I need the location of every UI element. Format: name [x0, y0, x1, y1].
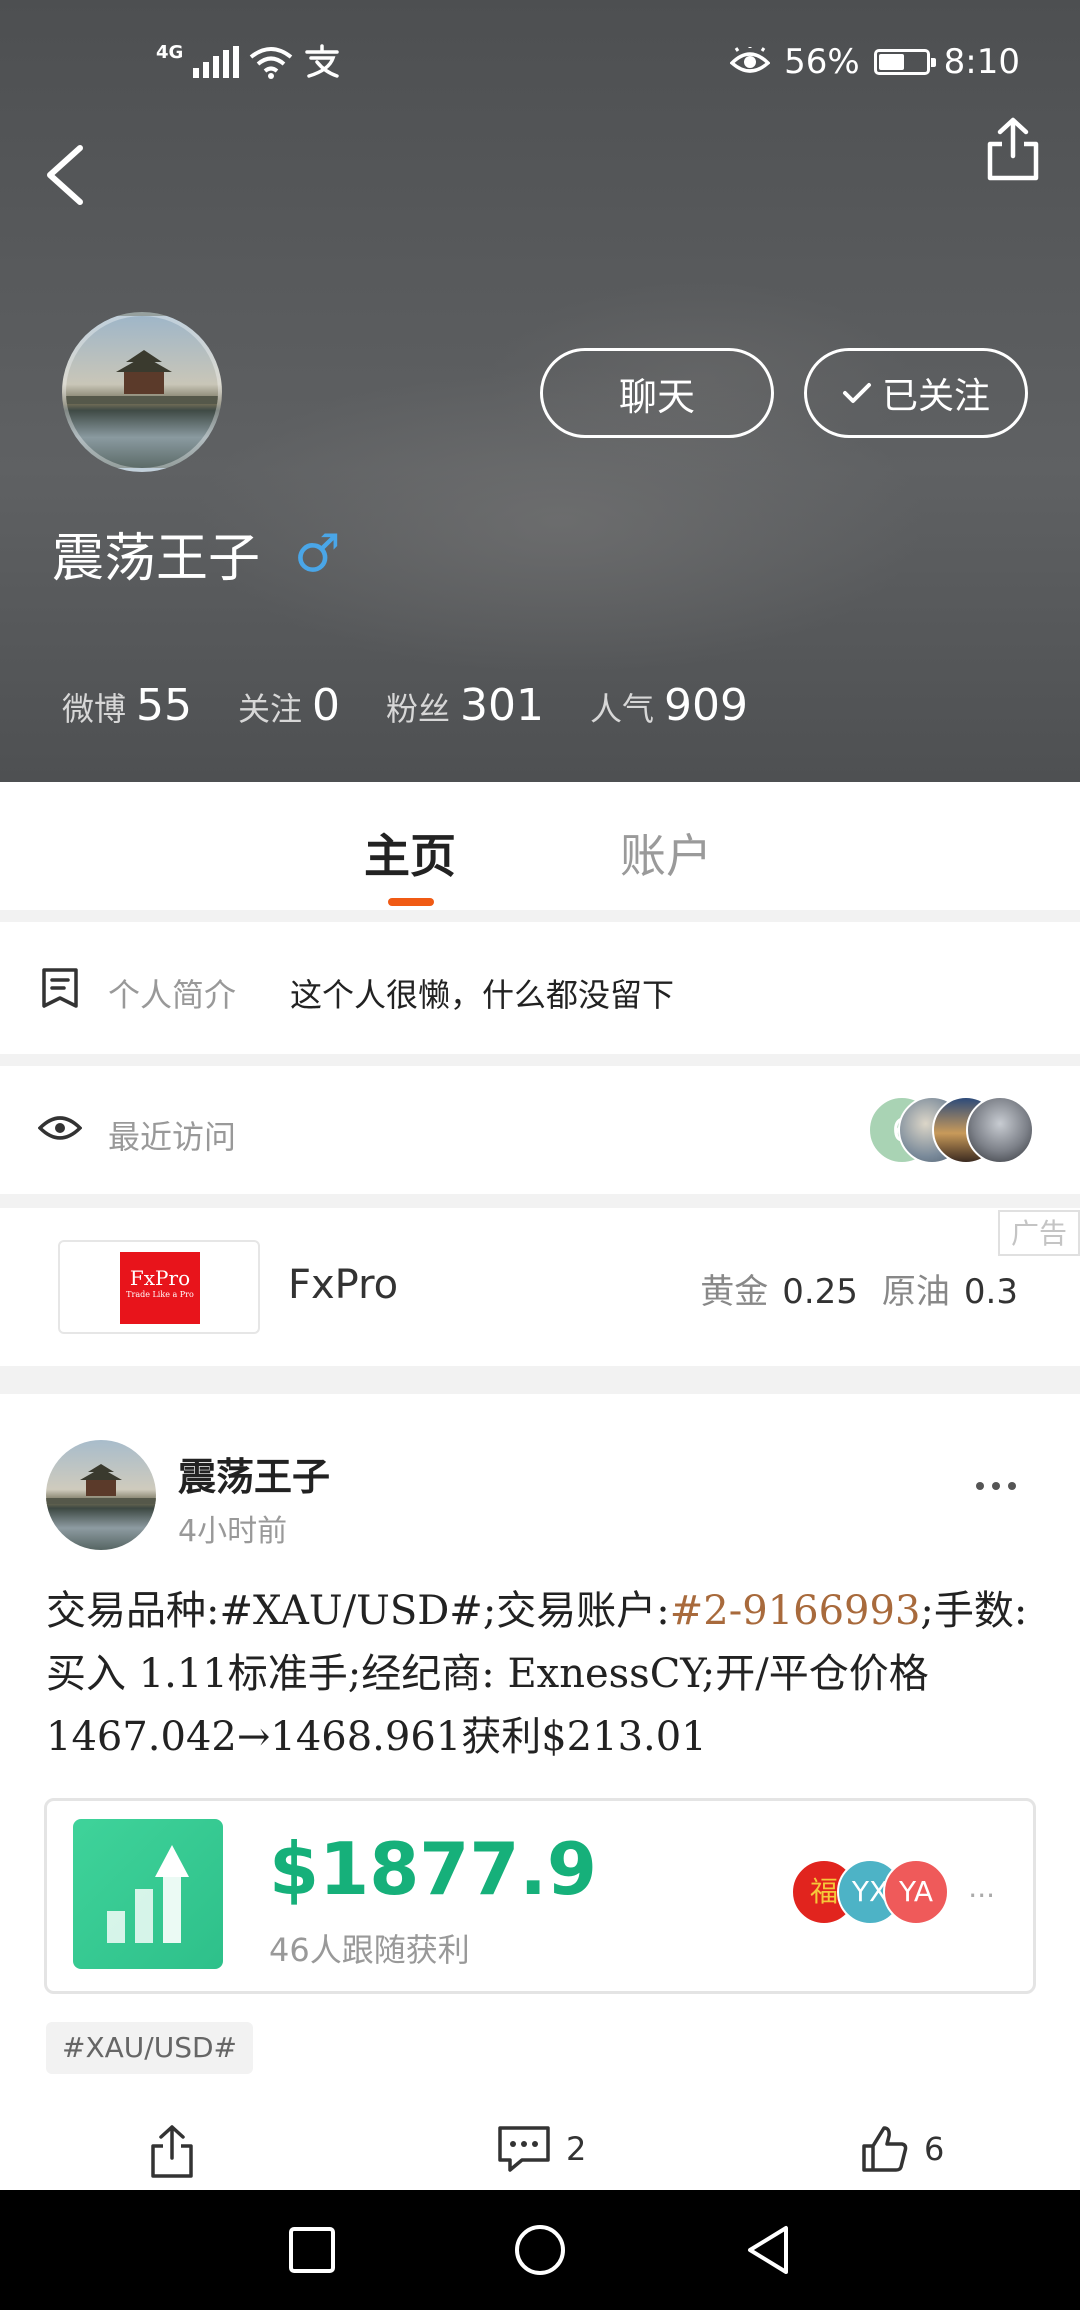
ad-badge: 广告	[998, 1210, 1080, 1256]
followed-button-label: 已关注	[881, 376, 990, 417]
wifi-icon	[250, 47, 293, 79]
ad-name: FxPro	[288, 1262, 399, 1308]
follow-profit-caption: 46人跟随获利	[269, 1931, 470, 1969]
fxpro-logo-mark: FxPro Trade Like a Pro	[120, 1252, 200, 1324]
follower-initial: YA	[898, 1875, 934, 1908]
status-left: 4G	[156, 38, 341, 86]
comment-icon	[498, 2126, 550, 2172]
chat-button[interactable]: 聊天	[540, 348, 774, 438]
eye-icon	[38, 1116, 82, 1140]
share-icon	[151, 2125, 193, 2178]
stat-posts[interactable]: 微博 55	[62, 680, 192, 731]
post-avatar-image	[46, 1464, 156, 1504]
quote-value: 0.3	[963, 1272, 1018, 1312]
quote-gold: 黄金 0.25	[700, 1264, 858, 1313]
quote-value: 0.25	[782, 1272, 858, 1312]
post-author-avatar[interactable]	[46, 1440, 156, 1550]
share-icon[interactable]	[984, 116, 1042, 184]
stat-value: 909	[664, 680, 749, 731]
recent-visits-row[interactable]: 最近访问 6	[0, 1066, 1080, 1194]
recents-button[interactable]	[282, 2220, 342, 2280]
share-button[interactable]	[148, 2124, 196, 2180]
home-button[interactable]	[510, 2220, 570, 2280]
broker-ad[interactable]: FxPro Trade Like a Pro FxPro 黄金 0.25 原油 0.…	[0, 1208, 1080, 1366]
stat-popularity: 人气 909	[590, 680, 748, 731]
status-right: 56% 8:10	[730, 38, 1020, 86]
intro-text: 这个人很懒，什么都没留下	[290, 976, 675, 1014]
quote-label: 黄金	[700, 1272, 769, 1312]
account-link[interactable]: #2-9166993	[670, 1588, 921, 1634]
battery-fill	[878, 54, 905, 70]
tab-home[interactable]: 主页	[364, 820, 456, 886]
fxpro-logo-text: FxPro	[129, 1266, 191, 1290]
recent-visits-label: 最近访问	[108, 1118, 237, 1156]
comment-button[interactable]: 2	[496, 2124, 586, 2174]
followed-button[interactable]: 已关注	[804, 348, 1028, 438]
like-button[interactable]: 6	[860, 2124, 944, 2174]
intro-row: 个人简介 这个人很懒，什么都没留下	[0, 922, 1080, 1054]
quote-label: 原油	[881, 1272, 950, 1312]
profile-header: 4G 56% 8:10 聊天 已关注 震荡王子 ♂ 微博 55 关注 0 粉丝 …	[0, 0, 1080, 782]
stat-value: 55	[136, 680, 193, 731]
fxpro-logo: FxPro Trade Like a Pro	[58, 1240, 260, 1334]
avatar-image	[66, 350, 218, 404]
eye-comfort-icon	[730, 47, 771, 73]
stat-label: 微博	[62, 690, 127, 728]
follower-avatar: YA	[883, 1859, 949, 1925]
bar-chart-icon	[73, 1819, 223, 1969]
visitor-avatar[interactable]	[966, 1096, 1034, 1164]
back-button[interactable]	[36, 140, 96, 210]
intro-label: 个人简介	[108, 976, 237, 1014]
alipay-icon	[305, 44, 340, 78]
post-text: 交易品种:#XAU/USD#;交易账户:#2-9166993;手数:买入 1.1…	[46, 1580, 1036, 1769]
more-options-icon[interactable]	[976, 1482, 1016, 1490]
followers-more: ...	[968, 1871, 995, 1904]
signal-icon	[193, 46, 240, 78]
battery-icon	[873, 49, 936, 75]
chat-button-label: 聊天	[618, 374, 695, 419]
follow-profit: $1877.9	[269, 1827, 597, 1911]
avatar[interactable]	[62, 312, 222, 472]
follower-initial: 福	[809, 1875, 838, 1908]
profile-tabs: 主页 账户	[0, 782, 1080, 910]
copy-trade-card[interactable]: $1877.9 46人跟随获利 福 YX YA ...	[44, 1798, 1036, 1994]
post-author-name[interactable]: 震荡王子	[178, 1446, 330, 1501]
comment-count: 2	[566, 2130, 587, 2168]
profile-name: 震荡王子	[52, 529, 261, 589]
system-navigation-bar	[0, 2190, 1080, 2310]
bio-icon	[42, 968, 78, 1008]
post-hashtag[interactable]: #XAU/USD#	[46, 2022, 254, 2074]
battery-percent: 56%	[784, 42, 860, 82]
stat-value: 0	[312, 680, 341, 731]
profile-stats: 微博 55 关注 0 粉丝 301 人气 909	[62, 680, 794, 731]
clock: 8:10	[943, 42, 1020, 82]
network-type: 4G	[156, 42, 184, 63]
like-count: 6	[924, 2130, 945, 2168]
stat-value: 301	[460, 680, 545, 731]
tab-account[interactable]: 账户	[620, 820, 712, 886]
status-bar: 4G 56% 8:10	[0, 0, 1080, 120]
post-card: 震荡王子 4小时前 交易品种:#XAU/USD#;交易账户:#2-9166993…	[0, 1394, 1080, 2190]
stat-following[interactable]: 关注 0	[238, 680, 340, 731]
active-tab-indicator	[388, 898, 434, 906]
stat-label: 粉丝	[386, 690, 451, 728]
check-icon	[842, 383, 871, 403]
stat-label: 人气	[590, 690, 655, 728]
back-nav-button[interactable]	[740, 2220, 800, 2280]
stat-label: 关注	[238, 690, 303, 728]
post-actions: 2 6	[0, 2116, 1080, 2190]
profile-name-row: 震荡王子 ♂	[52, 516, 341, 591]
male-gender-icon: ♂	[294, 523, 341, 584]
stat-fans[interactable]: 粉丝 301	[386, 680, 544, 731]
post-text-prefix: 交易品种:#XAU/USD#;交易账户:	[46, 1588, 670, 1634]
post-time: 4小时前	[178, 1514, 288, 1549]
ad-quotes: 黄金 0.25 原油 0.3	[700, 1264, 1018, 1313]
quote-oil: 原油 0.3	[882, 1264, 1018, 1313]
thumbs-up-icon	[862, 2126, 908, 2172]
fxpro-logo-tagline: Trade Like a Pro	[126, 1290, 194, 1299]
